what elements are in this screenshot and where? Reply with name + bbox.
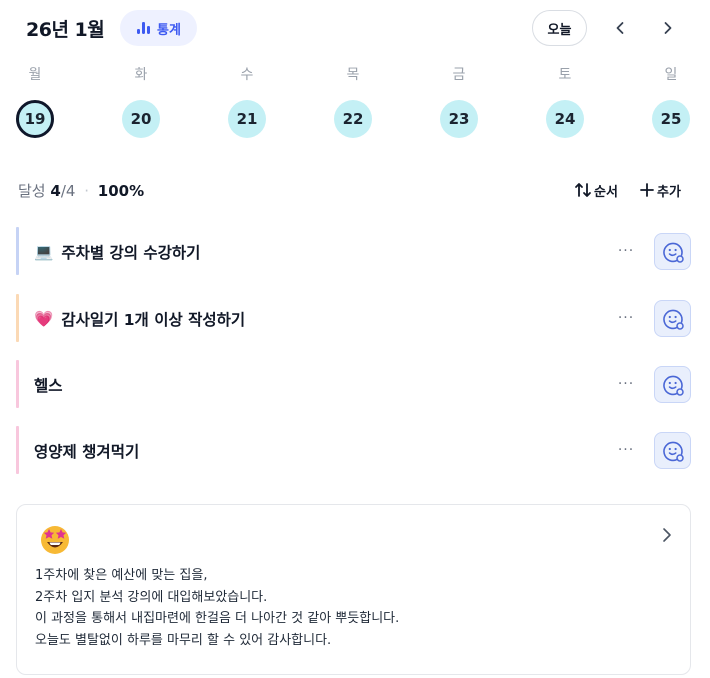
todo-title[interactable]: 영양제 챙겨먹기 <box>34 440 139 462</box>
todo-item[interactable]: 💗 감사일기 1개 이상 작성하기 ··· <box>16 294 696 342</box>
achievement-summary: 달성 4/4 · 100% <box>18 180 144 201</box>
achievement-total-count: /4 <box>60 182 76 200</box>
date-circle[interactable]: 24 <box>546 100 584 138</box>
diary-note-card[interactable]: 1주차에 찾은 예산에 맞는 집을, 2주차 입지 분석 강의에 대입해보았습니… <box>16 504 691 675</box>
more-options-button[interactable]: ··· <box>614 438 638 462</box>
smiley-reaction-icon <box>662 242 684 263</box>
calendar-header: 26년 1월 통계 오늘 <box>0 0 710 56</box>
add-todo-button[interactable]: 추가 <box>640 178 681 202</box>
emoji-reaction-button[interactable] <box>654 366 691 403</box>
more-options-button[interactable]: ··· <box>614 306 638 330</box>
chevron-left-icon <box>616 22 624 34</box>
todo-title[interactable]: 💗 감사일기 1개 이상 작성하기 <box>34 308 245 330</box>
todo-color-bar <box>16 227 19 275</box>
stats-label: 통계 <box>157 22 181 38</box>
next-week-button[interactable] <box>654 14 682 42</box>
laptop-emoji-icon: 💻 <box>34 243 54 261</box>
chevron-right-icon <box>664 22 672 34</box>
todo-title-text: 헬스 <box>34 377 63 395</box>
diary-note-text: 1주차에 찾은 예산에 맞는 집을, 2주차 입지 분석 강의에 대입해보았습니… <box>35 565 399 651</box>
todo-item[interactable]: 💻 주차별 강의 수강하기 ··· <box>16 227 696 275</box>
todo-title-text: 주차별 강의 수강하기 <box>61 244 201 262</box>
day-saturday[interactable]: 토 24 <box>540 64 590 144</box>
summary-separator: · <box>84 182 89 200</box>
date-circle[interactable]: 23 <box>440 100 478 138</box>
achievement-done-count: 4 <box>50 182 61 200</box>
emoji-reaction-button[interactable] <box>654 233 691 270</box>
day-of-week-label: 화 <box>134 67 148 83</box>
day-of-week-label: 토 <box>558 67 572 83</box>
todo-color-bar <box>16 360 19 408</box>
date-circle[interactable]: 22 <box>334 100 372 138</box>
todo-color-bar <box>16 294 19 342</box>
day-wednesday[interactable]: 수 21 <box>222 64 272 144</box>
previous-week-button[interactable] <box>606 14 634 42</box>
day-tuesday[interactable]: 화 20 <box>116 64 166 144</box>
week-strip: 월 19 화 20 수 21 목 22 금 23 토 24 일 25 <box>0 64 710 144</box>
sort-arrows-icon <box>575 183 591 197</box>
bar-chart-icon <box>137 22 151 34</box>
todo-title-text: 영양제 챙겨먹기 <box>34 443 140 461</box>
reorder-button[interactable]: 순서 <box>574 178 618 202</box>
achievement-percent: 100% <box>97 182 145 200</box>
day-of-week-label: 일 <box>664 67 678 83</box>
diary-line: 2주차 입지 분석 강의에 대입해보았습니다. <box>35 589 268 605</box>
day-monday[interactable]: 월 19 <box>10 64 60 144</box>
date-circle[interactable]: 25 <box>652 100 690 138</box>
smiley-reaction-icon <box>662 375 684 396</box>
day-of-week-label: 월 <box>28 67 42 83</box>
date-circle[interactable]: 20 <box>122 100 160 138</box>
todo-title[interactable]: 헬스 <box>34 374 63 396</box>
plus-icon <box>640 183 654 197</box>
sparkling-heart-emoji-icon: 💗 <box>34 310 54 328</box>
reorder-label: 순서 <box>594 184 618 200</box>
date-circle-selected[interactable]: 19 <box>16 100 54 138</box>
day-of-week-label: 목 <box>346 67 360 83</box>
day-sunday[interactable]: 일 25 <box>646 64 696 144</box>
diary-line: 1주차에 찾은 예산에 맞는 집을, <box>35 568 208 583</box>
todo-color-bar <box>16 426 19 474</box>
stats-button[interactable]: 통계 <box>120 10 197 46</box>
todo-item[interactable]: 영양제 챙겨먹기 ··· <box>16 426 696 474</box>
diary-line: 이 과정을 통해서 내집마련에 한걸음 더 나아간 것 같아 뿌듯합니다. <box>35 611 400 626</box>
todo-item[interactable]: 헬스 ··· <box>16 360 696 408</box>
achievement-label: 달성 <box>18 182 46 200</box>
day-of-week-label: 금 <box>452 67 466 83</box>
day-of-week-label: 수 <box>240 67 254 83</box>
emoji-reaction-button[interactable] <box>654 432 691 469</box>
emoji-reaction-button[interactable] <box>654 300 691 337</box>
day-friday[interactable]: 금 23 <box>434 64 484 144</box>
chevron-right-icon[interactable] <box>662 527 672 543</box>
month-title: 26년 1월 <box>26 19 105 41</box>
day-thursday[interactable]: 목 22 <box>328 64 378 144</box>
star-struck-emoji-icon <box>41 526 69 554</box>
smiley-reaction-icon <box>662 441 684 462</box>
todo-title-text: 감사일기 1개 이상 작성하기 <box>61 311 246 329</box>
todo-title[interactable]: 💻 주차별 강의 수강하기 <box>34 241 200 263</box>
today-button[interactable]: 오늘 <box>532 10 587 46</box>
more-options-button[interactable]: ··· <box>614 239 638 263</box>
add-label: 추가 <box>657 184 681 200</box>
more-options-button[interactable]: ··· <box>614 372 638 396</box>
date-circle[interactable]: 21 <box>228 100 266 138</box>
smiley-reaction-icon <box>662 309 684 330</box>
diary-line: 오늘도 별탈없이 하루를 마무리 할 수 있어 감사합니다. <box>35 632 332 648</box>
